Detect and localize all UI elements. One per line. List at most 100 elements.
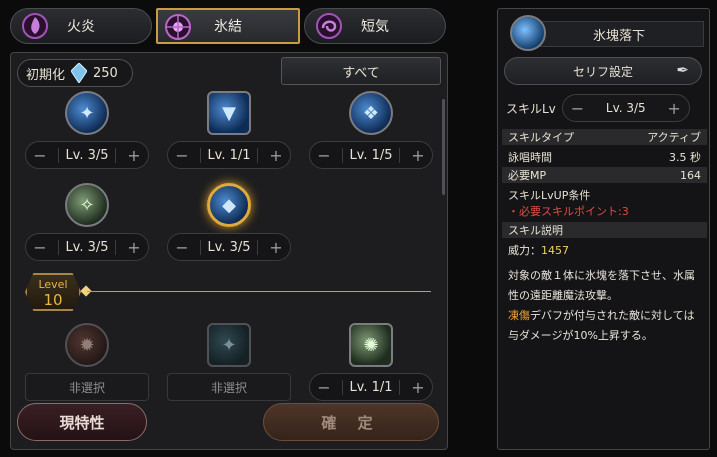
reset-label: 初期化 xyxy=(26,67,66,83)
power-label: 威力： xyxy=(508,244,541,257)
skill-level-label: スキルLv xyxy=(506,101,556,116)
skill-level-row: スキルLv − Lv. 3/5 + xyxy=(506,93,702,123)
skill-type-label: スキルタイプ xyxy=(508,131,574,144)
tab-fire[interactable]: 火炎 xyxy=(10,8,152,44)
plus-button[interactable]: + xyxy=(667,99,680,118)
desc-line: 対象の敵１体に氷塊を落下させ、水属 xyxy=(508,269,695,282)
desc-line: 凍傷デバフが付与された敵に対しては xyxy=(508,306,704,326)
plus-button[interactable]: + xyxy=(127,238,141,257)
skill-slot[interactable]: ✧ − Lv. 3/5 + xyxy=(25,183,149,263)
minus-button[interactable]: − xyxy=(317,146,331,165)
cast-time-row: 詠唱時間 3.5 秒 xyxy=(502,149,707,165)
flame-figure-icon[interactable]: ✹ xyxy=(65,323,109,367)
level-stepper: − Lv. 1/1 + xyxy=(309,373,433,401)
skill-slot[interactable]: ✺ − Lv. 1/1 + xyxy=(309,323,433,403)
fire-emblem-icon xyxy=(22,13,48,39)
unselected-label: 非選択 xyxy=(167,373,291,401)
tab-ice[interactable]: 氷結 xyxy=(156,8,300,44)
skill-level: Lv. 1/1 xyxy=(200,147,258,163)
lvup-requirement-text: ・必要スキルポイント:3 xyxy=(508,205,629,218)
skill-slot[interactable]: ▼ − Lv. 1/1 + xyxy=(167,91,291,171)
mp-label: 必要MP xyxy=(508,169,547,182)
ice-claw-icon[interactable]: ✦ xyxy=(207,323,251,367)
skill-type-value: アクティブ xyxy=(647,131,701,144)
skill-level: Lv. 3/5 xyxy=(58,239,116,255)
minus-button[interactable]: − xyxy=(33,238,47,257)
ice-block-icon xyxy=(510,15,546,51)
tab-label: 火炎 xyxy=(67,19,95,35)
skill-level-value: Lv. 3/5 xyxy=(605,101,646,115)
lvup-requirement: ・必要スキルポイント:3 xyxy=(502,203,707,219)
minus-button[interactable]: − xyxy=(33,146,47,165)
skill-tree-panel: 初期化 250 すべて ✦ − Lv. 3/5 + ▼ − Lv. 1/1 + … xyxy=(10,52,448,450)
minus-button[interactable]: − xyxy=(175,238,189,257)
skill-type-row: スキルタイプ アクティブ xyxy=(502,129,707,145)
frostbite-keyword: 凍傷 xyxy=(508,309,530,322)
lightning-emblem-icon xyxy=(316,13,342,39)
skill-slot[interactable]: ❖ − Lv. 1/5 + xyxy=(309,91,433,171)
dialog-settings-button[interactable]: セリフ設定 ✒ xyxy=(504,57,702,85)
description-label: スキル説明 xyxy=(508,224,563,237)
level-stepper: − Lv. 3/5 + xyxy=(25,141,149,169)
minus-button[interactable]: − xyxy=(317,378,331,397)
skill-level: Lv. 3/5 xyxy=(58,147,116,163)
reset-button[interactable]: 初期化 250 xyxy=(17,59,133,87)
cast-time-label: 詠唱時間 xyxy=(508,151,552,164)
level-value: 10 xyxy=(43,291,63,309)
desc-line: 与ダメージが10%上昇する。 xyxy=(508,329,653,342)
plus-button[interactable]: + xyxy=(269,238,283,257)
power-row: 威力：1457 xyxy=(508,241,704,261)
plus-button[interactable]: + xyxy=(411,146,425,165)
feather-icon: ✒ xyxy=(676,61,689,79)
ice-spear-icon[interactable]: ✦ xyxy=(65,91,109,135)
current-traits-button[interactable]: 現特性 xyxy=(17,403,147,441)
minus-button[interactable]: − xyxy=(175,146,189,165)
lvup-row: スキルLvUP条件 xyxy=(502,187,707,203)
plus-button[interactable]: + xyxy=(269,146,283,165)
skill-level: Lv. 1/5 xyxy=(342,147,400,163)
plus-button[interactable]: + xyxy=(127,146,141,165)
level-stepper: − Lv. 3/5 + xyxy=(25,233,149,261)
unselected-label: 非選択 xyxy=(25,373,149,401)
skill-slot[interactable]: ✦ 非選択 xyxy=(167,323,291,403)
ice-dragon-icon[interactable]: ❖ xyxy=(349,91,393,135)
skill-level: Lv. 1/1 xyxy=(342,379,400,395)
mp-row: 必要MP 164 xyxy=(502,167,707,183)
skill-slot[interactable]: ✦ − Lv. 3/5 + xyxy=(25,91,149,171)
dialog-label: セリフ設定 xyxy=(572,64,633,79)
mp-value: 164 xyxy=(680,168,701,182)
divider-line xyxy=(87,291,431,292)
skill-slot[interactable]: ✹ 非選択 xyxy=(25,323,149,403)
desc-line: 性の遠距離魔法攻撃。 xyxy=(508,289,618,302)
level-divider: Level 10 xyxy=(25,273,431,313)
tab-lightning[interactable]: 短気 xyxy=(304,8,446,44)
tab-label: 短気 xyxy=(361,19,389,35)
minus-button[interactable]: − xyxy=(571,99,584,118)
glowing-figure-icon[interactable]: ✺ xyxy=(349,323,393,367)
desc-line-text: デバフが付与された敵に対しては xyxy=(530,309,695,322)
power-value: 1457 xyxy=(541,244,569,257)
level-badge: Level 10 xyxy=(25,273,81,311)
reset-cost: 250 xyxy=(93,65,118,81)
skill-level: Lv. 3/5 xyxy=(200,239,258,255)
confirm-button[interactable]: 確 定 xyxy=(263,403,439,441)
level-stepper: − Lv. 3/5 + xyxy=(167,233,291,261)
skill-description: 対象の敵１体に氷塊を落下させ、水属 性の遠距離魔法攻撃。 凍傷デバフが付与された… xyxy=(508,266,704,346)
scrollbar[interactable] xyxy=(442,99,445,195)
skill-header: 氷塊落下 xyxy=(504,13,704,53)
lvup-label: スキルLvUP条件 xyxy=(508,189,591,202)
filter-dropdown[interactable]: すべて xyxy=(281,57,441,85)
skill-name: 氷塊落下 xyxy=(534,21,704,47)
crystal-icon xyxy=(71,63,88,83)
element-tabs: 火炎 氷結 短気 xyxy=(10,8,446,44)
level-stepper: − Lv. 1/1 + xyxy=(167,141,291,169)
plus-button[interactable]: + xyxy=(411,378,425,397)
ice-shield-icon[interactable]: ▼ xyxy=(207,91,251,135)
ice-block-icon[interactable]: ◆ xyxy=(207,183,251,227)
skill-detail-panel: 氷塊落下 セリフ設定 ✒ スキルLv − Lv. 3/5 + スキルタイプ アク… xyxy=(497,8,710,450)
skill-slot-selected[interactable]: ◆ − Lv. 3/5 + xyxy=(167,183,291,263)
cast-time-value: 3.5 秒 xyxy=(669,151,701,164)
wind-blade-icon[interactable]: ✧ xyxy=(65,183,109,227)
tab-label: 氷結 xyxy=(214,19,242,35)
level-label: Level xyxy=(38,278,68,291)
